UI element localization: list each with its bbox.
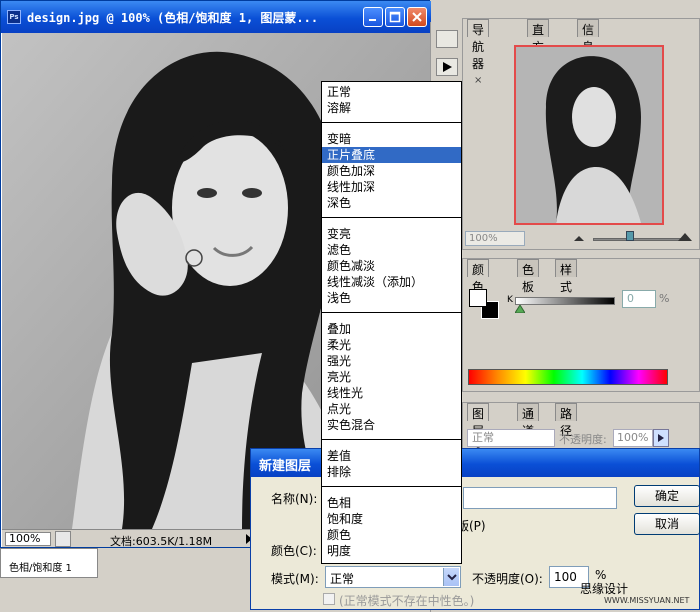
menu-separator — [322, 312, 461, 313]
slider-marker-icon[interactable] — [515, 305, 525, 313]
blend-mode-option[interactable]: 线性加深 — [322, 179, 461, 195]
blend-mode-option[interactable]: 色相 — [322, 495, 461, 511]
navigator-slider-knob[interactable] — [626, 231, 634, 241]
tab-histogram[interactable]: 直方图 — [527, 19, 550, 71]
blend-mode-option[interactable]: 正常 — [322, 84, 461, 100]
blend-mode-option[interactable]: 溶解 — [322, 100, 461, 116]
maximize-button[interactable] — [385, 7, 405, 27]
tab-styles[interactable]: 样式 — [555, 259, 578, 294]
new-layer-dialog: 新建图层 名称(N): 版(P) 颜色(C): 模式(M): 正常 不透明度(O… — [250, 448, 700, 610]
mode-value: 正常 — [330, 572, 355, 586]
blend-mode-option[interactable]: 颜色加深 — [322, 163, 461, 179]
layers-blend-mode-select[interactable]: 正常 — [467, 429, 555, 447]
ok-button[interactable]: 确定 — [634, 485, 700, 507]
layers-opacity-label: 不透明度: — [559, 433, 607, 446]
blend-mode-dropdown[interactable]: 正常 溶解变暗 正片叠底 颜色加深 线性加深 深色变亮 滤色 颜色减淡 线性减淡（添加） 浅色叠加… — [321, 81, 462, 564]
tab-info[interactable]: 信息 — [577, 19, 600, 54]
blend-mode-option[interactable]: 强光 — [322, 353, 461, 369]
neutral-color-note: (正常模式不存在中性色。) — [339, 594, 475, 608]
blend-mode-option[interactable]: 深色 — [322, 195, 461, 211]
maximize-icon — [389, 11, 401, 23]
document-title: design.jpg @ 100% (色相/饱和度 1, 图层蒙... — [27, 11, 319, 25]
blend-mode-option[interactable]: 颜色 — [322, 527, 461, 543]
status-menu-icon[interactable] — [55, 531, 71, 547]
tab-label: 导航器 — [472, 23, 485, 71]
blend-mode-option[interactable]: 正片叠底 — [322, 147, 461, 163]
blend-mode-option[interactable]: 亮光 — [322, 369, 461, 385]
dialog-title: 新建图层 — [251, 449, 699, 477]
chevron-down-icon[interactable] — [443, 568, 459, 586]
navigator-zoom-slider[interactable] — [593, 238, 685, 241]
blend-mode-option[interactable]: 柔光 — [322, 337, 461, 353]
blend-mode-option[interactable]: 变暗 — [322, 131, 461, 147]
menu-separator — [322, 217, 461, 218]
opacity-label: 不透明度(O): — [472, 572, 543, 586]
blend-mode-option[interactable]: 叠加 — [322, 321, 461, 337]
navigator-zoom-field[interactable]: 100% — [465, 231, 525, 246]
minimize-icon — [369, 19, 376, 21]
thumbnail-photo — [516, 47, 662, 223]
foreground-color-swatch[interactable] — [469, 289, 487, 307]
blend-mode-option[interactable]: 实色混合 — [322, 417, 461, 433]
watermark-url: WWW.MISSYUAN.NET — [604, 596, 690, 605]
blend-mode-option[interactable]: 颜色减淡 — [322, 258, 461, 274]
menu-separator — [322, 439, 461, 440]
name-label: 名称(N): — [271, 492, 318, 506]
neutral-color-checkbox[interactable] — [323, 593, 335, 605]
color-palette: 颜色× 色板 样式 K 0 % — [462, 258, 700, 392]
tab-layers[interactable]: 图层× — [467, 403, 490, 453]
color-spectrum-bar[interactable] — [468, 369, 668, 385]
blend-mode-option[interactable]: 排除 — [322, 464, 461, 480]
layer-strip: 色相/饱和度 1 — [0, 548, 98, 578]
actions-play-icon[interactable] — [436, 58, 458, 76]
k-percent-label: % — [659, 292, 670, 305]
tab-channels[interactable]: 通道 — [517, 403, 540, 438]
k-channel-label: K — [507, 295, 513, 305]
tab-navigator[interactable]: 导航器 × — [467, 19, 490, 86]
minimize-button[interactable] — [363, 7, 383, 27]
mode-select[interactable]: 正常 — [325, 566, 461, 588]
tab-swatches[interactable]: 色板 — [517, 259, 540, 294]
photoshop-icon: Ps — [7, 10, 21, 24]
zoom-field[interactable]: 100% — [5, 532, 51, 546]
close-tab-icon: × — [474, 75, 483, 86]
k-value-field[interactable]: 0 — [622, 290, 656, 308]
color-label: 颜色(C): — [271, 544, 317, 558]
close-button[interactable] — [407, 7, 427, 27]
layers-opacity-field[interactable]: 100% — [613, 429, 653, 447]
navigator-thumbnail[interactable] — [514, 45, 664, 225]
mode-label: 模式(M): — [271, 572, 319, 586]
menu-separator — [322, 122, 461, 123]
tab-color[interactable]: 颜色× — [467, 259, 490, 309]
blend-mode-option[interactable]: 点光 — [322, 401, 461, 417]
tab-label: 样式 — [560, 263, 573, 294]
k-channel-slider[interactable] — [515, 297, 615, 305]
document-size-info: 文档:603.5K/1.18M — [110, 535, 213, 548]
document-title-bar[interactable]: Ps design.jpg @ 100% (色相/饱和度 1, 图层蒙... — [1, 1, 431, 33]
blend-mode-option[interactable]: 明度 — [322, 543, 461, 559]
close-icon — [412, 12, 422, 22]
layer-strip-label: 色相/饱和度 1 — [9, 563, 72, 574]
zoom-out-icon[interactable] — [573, 233, 585, 243]
watermark-text: 思缘设计 — [580, 582, 629, 596]
opacity-arrow-icon[interactable] — [653, 429, 669, 447]
blend-mode-option[interactable]: 滤色 — [322, 242, 461, 258]
blend-mode-option[interactable]: 变亮 — [322, 226, 461, 242]
history-brush-icon[interactable] — [436, 30, 458, 48]
tab-label: 色板 — [522, 263, 535, 294]
blend-mode-option[interactable]: 线性减淡（添加） — [322, 274, 461, 290]
zoom-in-icon[interactable] — [677, 231, 693, 243]
blend-mode-option[interactable]: 饱和度 — [322, 511, 461, 527]
navigator-palette: 导航器 × 直方图 信息 100% — [462, 18, 700, 250]
tab-paths[interactable]: 路径 — [555, 403, 578, 438]
blend-mode-option[interactable]: 线性光 — [322, 385, 461, 401]
cancel-button[interactable]: 取消 — [634, 513, 700, 535]
blend-mode-option[interactable]: 浅色 — [322, 290, 461, 306]
blend-mode-option[interactable]: 差值 — [322, 448, 461, 464]
menu-separator — [322, 486, 461, 487]
name-field[interactable] — [463, 487, 617, 509]
